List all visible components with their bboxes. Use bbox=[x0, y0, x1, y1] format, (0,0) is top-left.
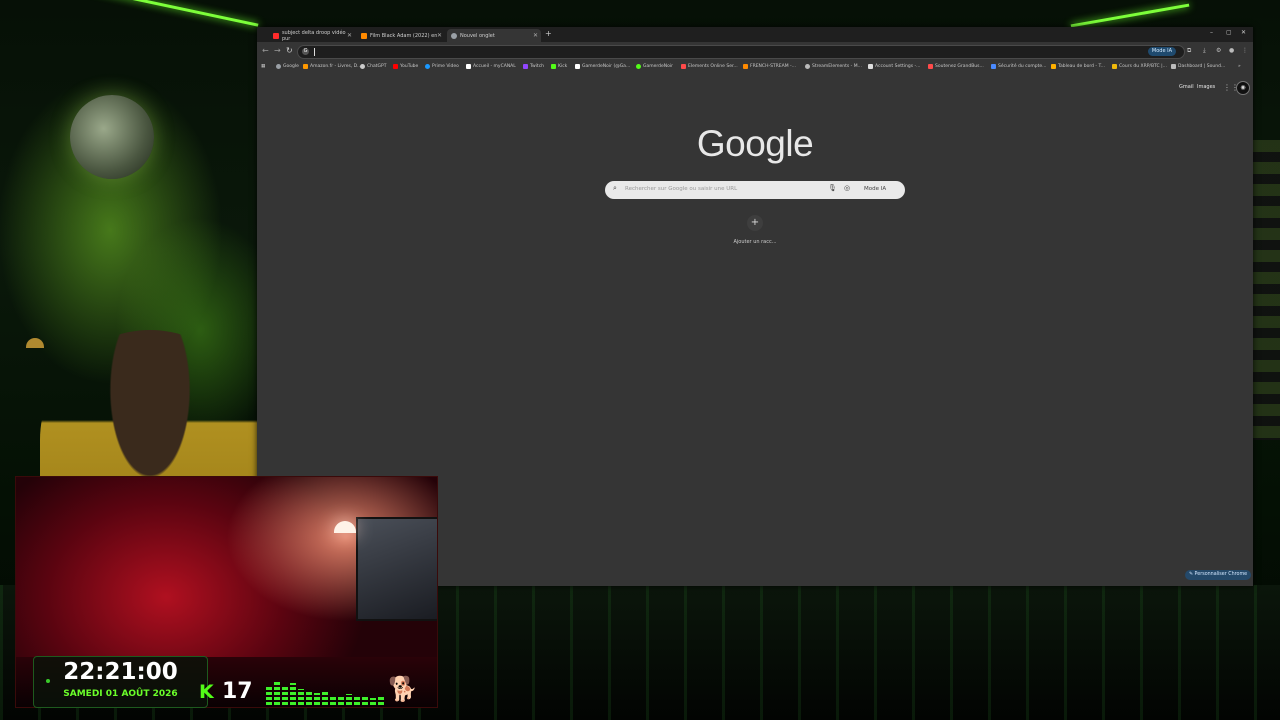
close-window-button[interactable]: ✕ bbox=[1241, 29, 1246, 36]
chrome-favicon-icon bbox=[451, 32, 457, 39]
tab-film-black-adam[interactable]: Film Black Adam (2022) en ✕ bbox=[357, 29, 445, 42]
google-lens-icon[interactable]: ◎ bbox=[844, 184, 850, 192]
bookmark-amazon[interactable]: Amazon.fr - Livres, D... bbox=[303, 62, 361, 71]
bookmark-youtube[interactable]: YouTube bbox=[393, 62, 418, 71]
tab-title: Film Black Adam (2022) en bbox=[370, 32, 438, 39]
bookmarks-bar: ▦ Google Amazon.fr - Livres, D... ChatGP… bbox=[257, 61, 1253, 72]
search-input[interactable]: ⌕ Rechercher sur Google ou saisir une UR… bbox=[605, 181, 905, 199]
tab-new-tab[interactable]: Nouvel onglet ✕ bbox=[447, 29, 541, 42]
bookmark-mycanal[interactable]: Accueil - myCANAL bbox=[466, 62, 516, 71]
tab-strip: subject delta droop vidéo pur ✕ Film Bla… bbox=[257, 27, 1253, 42]
toolbar: ← → ↻ G Mode IA ⧉ ⤓ ⚙ ● ⋮ bbox=[257, 42, 1253, 61]
download-icon[interactable]: ⤓ bbox=[1203, 47, 1206, 55]
bookmark-securite-compte[interactable]: Sécurité du compte... bbox=[991, 62, 1046, 71]
search-placeholder: Rechercher sur Google ou saisir une URL bbox=[625, 186, 738, 192]
google-g-icon: G bbox=[302, 48, 309, 55]
clock-date: SAMEDI 01 AOÛT 2026 bbox=[63, 689, 178, 699]
address-bar[interactable]: G Mode IA bbox=[297, 45, 1185, 59]
moon-illustration bbox=[70, 95, 154, 179]
bookmark-prime-video[interactable]: Prime Video bbox=[425, 62, 459, 71]
clock-time: 22:21:00 bbox=[63, 659, 178, 685]
audio-visualizer bbox=[266, 677, 396, 705]
forward-icon[interactable]: → bbox=[274, 46, 281, 55]
bookmark-x-gamerdenoir[interactable]: GamerdeNoir (@Ga... bbox=[575, 62, 630, 71]
webcam-monitor bbox=[356, 517, 437, 621]
search-icon: ⌕ bbox=[613, 184, 617, 192]
add-shortcut-button[interactable]: + bbox=[747, 215, 763, 231]
maximize-button[interactable]: ▢ bbox=[1226, 29, 1232, 36]
bookmark-google[interactable]: Google bbox=[276, 62, 299, 71]
bookmark-chatgpt[interactable]: ChatGPT bbox=[360, 62, 386, 71]
kick-logo-icon: K bbox=[199, 681, 214, 703]
google-logo: Google bbox=[696, 123, 814, 164]
tab-title: Nouvel onglet bbox=[460, 32, 495, 39]
text-caret bbox=[314, 48, 315, 56]
images-link[interactable]: Images bbox=[1197, 84, 1215, 90]
bookmark-soutenez[interactable]: Soutenez GrandBus... bbox=[928, 62, 984, 71]
bookmark-dashboard-sound[interactable]: Dashboard | Sound... bbox=[1171, 62, 1225, 71]
gmail-link[interactable]: Gmail bbox=[1179, 84, 1194, 90]
extensions-icon[interactable]: ⧉ bbox=[1187, 47, 1191, 55]
dog-logo-icon: 🐕 bbox=[388, 675, 418, 703]
new-tab-button[interactable]: + bbox=[545, 29, 552, 38]
mode-ia-search-button[interactable]: Mode IA bbox=[864, 186, 886, 192]
extension-icon[interactable]: ⚙ bbox=[1216, 47, 1221, 54]
close-tab-icon[interactable]: ✕ bbox=[533, 32, 538, 39]
bookmark-elements-online[interactable]: Elements Online Ser... bbox=[681, 62, 738, 71]
webcam-lamp bbox=[334, 521, 356, 533]
bookmarks-overflow-icon[interactable]: » bbox=[1238, 62, 1241, 71]
shelf-illustration bbox=[1253, 140, 1280, 440]
viewer-count: 17 bbox=[222, 679, 253, 704]
bookmark-kick[interactable]: Kick bbox=[551, 62, 567, 71]
bookmark-tableau-de-bord[interactable]: Tableau de bord - T... bbox=[1051, 62, 1105, 71]
menu-icon[interactable]: ⋮ bbox=[1242, 47, 1248, 54]
bookmark-french-stream[interactable]: FRENCH-STREAM -... bbox=[743, 62, 796, 71]
clock-widget: 22:21:00 SAMEDI 01 AOÛT 2026 bbox=[33, 656, 208, 708]
close-tab-icon[interactable]: ✕ bbox=[347, 32, 352, 39]
bookmark-account-settings[interactable]: Account Settings -... bbox=[868, 62, 920, 71]
microphone-icon[interactable]: 🎙 bbox=[828, 184, 837, 192]
account-avatar[interactable]: ◉ bbox=[1236, 81, 1250, 95]
bookmark-cours-xrp[interactable]: Cours du XRP/BTC |... bbox=[1112, 62, 1167, 71]
add-shortcut-label: Ajouter un racc... bbox=[733, 239, 777, 245]
minimize-button[interactable]: – bbox=[1210, 29, 1213, 36]
bookmark-twitch[interactable]: Twitch bbox=[523, 62, 544, 71]
bookmark-streamelements[interactable]: StreamElements - M... bbox=[805, 62, 862, 71]
tab-youtube-video[interactable]: subject delta droop vidéo pur ✕ bbox=[269, 29, 355, 42]
profile-extension-icon[interactable]: ● bbox=[1229, 47, 1234, 54]
back-icon[interactable]: ← bbox=[262, 46, 269, 55]
close-tab-icon[interactable]: ✕ bbox=[437, 32, 442, 39]
apps-grid-icon[interactable]: ▦ bbox=[261, 62, 265, 71]
play-favicon-icon bbox=[361, 32, 367, 39]
bookmark-gamerdenoir[interactable]: GamerdeNoir bbox=[636, 62, 673, 71]
youtube-favicon-icon bbox=[273, 32, 279, 39]
reload-icon[interactable]: ↻ bbox=[286, 46, 293, 55]
mode-ia-button[interactable]: Mode IA bbox=[1147, 47, 1176, 56]
tab-title: subject delta droop vidéo pur bbox=[281, 29, 346, 42]
customize-chrome-button[interactable]: ✎ Personnaliser Chrome bbox=[1185, 570, 1252, 580]
